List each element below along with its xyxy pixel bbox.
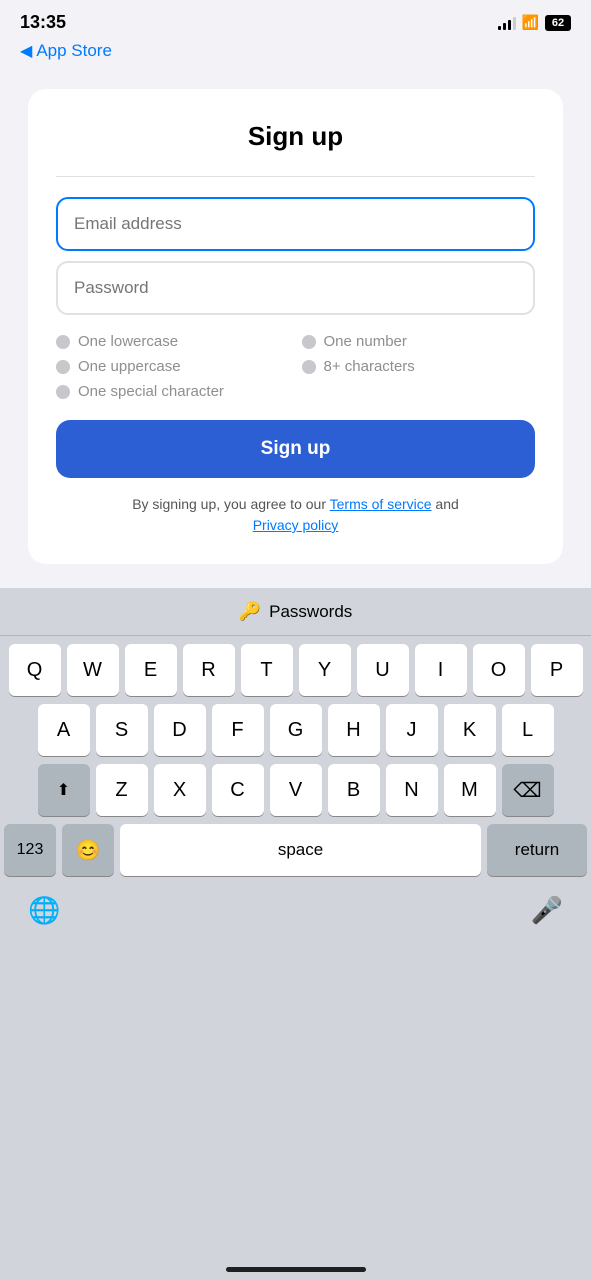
keyboard-row-1: Q W E R T Y U I O P (4, 644, 587, 696)
key-h[interactable]: H (328, 704, 380, 756)
keyboard-rows: Q W E R T Y U I O P A S D F G H J K L ⬆ … (0, 636, 591, 880)
status-time: 13:35 (20, 12, 66, 33)
chevron-left-icon: ◀ (20, 41, 32, 61)
globe-icon[interactable]: 🌐 (28, 895, 60, 926)
req-dot-lowercase (56, 335, 70, 349)
key-d[interactable]: D (154, 704, 206, 756)
status-icons: 📶 62 (498, 14, 571, 31)
numbers-key[interactable]: 123 (4, 824, 56, 876)
req-special: One special character (56, 383, 290, 400)
req-number: One number (302, 333, 536, 350)
delete-key[interactable]: ⌫ (502, 764, 554, 816)
req-label-uppercase: One uppercase (78, 358, 181, 375)
email-field[interactable] (56, 197, 535, 251)
back-button[interactable]: ◀ App Store (20, 41, 571, 61)
battery-indicator: 62 (545, 15, 571, 31)
key-e[interactable]: E (125, 644, 177, 696)
keyboard-row-3: ⬆ Z X C V B N M ⌫ (4, 764, 587, 816)
key-w[interactable]: W (67, 644, 119, 696)
req-label-number: One number (324, 333, 407, 350)
req-dot-uppercase (56, 360, 70, 374)
keyboard-row-2: A S D F G H J K L (4, 704, 587, 756)
home-indicator (226, 1267, 366, 1272)
key-l[interactable]: L (502, 704, 554, 756)
key-a[interactable]: A (38, 704, 90, 756)
key-n[interactable]: N (386, 764, 438, 816)
key-y[interactable]: Y (299, 644, 351, 696)
signup-button[interactable]: Sign up (56, 420, 535, 478)
key-f[interactable]: F (212, 704, 264, 756)
password-field[interactable] (56, 261, 535, 315)
wifi-icon: 📶 (522, 14, 539, 31)
key-c[interactable]: C (212, 764, 264, 816)
key-s[interactable]: S (96, 704, 148, 756)
req-dot-length (302, 360, 316, 374)
passwords-bar[interactable]: 🔑 Passwords (0, 588, 591, 636)
back-navigation: ◀ App Store (0, 37, 591, 69)
terms-middle: and (432, 496, 459, 512)
key-q[interactable]: Q (9, 644, 61, 696)
req-label-special: One special character (78, 383, 224, 400)
status-bar: 13:35 📶 62 (0, 0, 591, 37)
req-label-lowercase: One lowercase (78, 333, 178, 350)
back-label: App Store (36, 41, 112, 61)
passwords-bar-label: Passwords (269, 602, 352, 622)
key-r[interactable]: R (183, 644, 235, 696)
emoji-key[interactable]: 😊 (62, 824, 114, 876)
key-g[interactable]: G (270, 704, 322, 756)
card-area: Sign up One lowercase One number One upp… (0, 69, 591, 588)
password-requirements: One lowercase One number One uppercase 8… (56, 333, 535, 400)
shift-key[interactable]: ⬆ (38, 764, 90, 816)
key-t[interactable]: T (241, 644, 293, 696)
req-label-length: 8+ characters (324, 358, 415, 375)
key-k[interactable]: K (444, 704, 496, 756)
keyboard-row-4: 123 😊 space return (4, 824, 587, 876)
key-i[interactable]: I (415, 644, 467, 696)
key-x[interactable]: X (154, 764, 206, 816)
page-title: Sign up (56, 121, 535, 152)
key-b[interactable]: B (328, 764, 380, 816)
key-v[interactable]: V (270, 764, 322, 816)
keyboard-bottom-bar: 🌐 🎤 (0, 880, 591, 960)
key-j[interactable]: J (386, 704, 438, 756)
keyboard-area: 🔑 Passwords Q W E R T Y U I O P A S D F … (0, 588, 591, 1280)
key-u[interactable]: U (357, 644, 409, 696)
key-icon: 🔑 (239, 601, 261, 622)
req-length: 8+ characters (302, 358, 536, 375)
signal-icon (498, 16, 516, 30)
req-dot-special (56, 385, 70, 399)
terms-of-service-link[interactable]: Terms of service (330, 496, 432, 512)
key-o[interactable]: O (473, 644, 525, 696)
req-lowercase: One lowercase (56, 333, 290, 350)
signup-card: Sign up One lowercase One number One upp… (28, 89, 563, 564)
space-key[interactable]: space (120, 824, 481, 876)
req-dot-number (302, 335, 316, 349)
privacy-policy-link[interactable]: Privacy policy (253, 517, 339, 533)
key-m[interactable]: M (444, 764, 496, 816)
key-z[interactable]: Z (96, 764, 148, 816)
req-uppercase: One uppercase (56, 358, 290, 375)
terms-prefix: By signing up, you agree to our (132, 496, 329, 512)
terms-text: By signing up, you agree to our Terms of… (56, 494, 535, 536)
microphone-icon[interactable]: 🎤 (531, 895, 563, 926)
return-key[interactable]: return (487, 824, 587, 876)
divider (56, 176, 535, 177)
key-p[interactable]: P (531, 644, 583, 696)
